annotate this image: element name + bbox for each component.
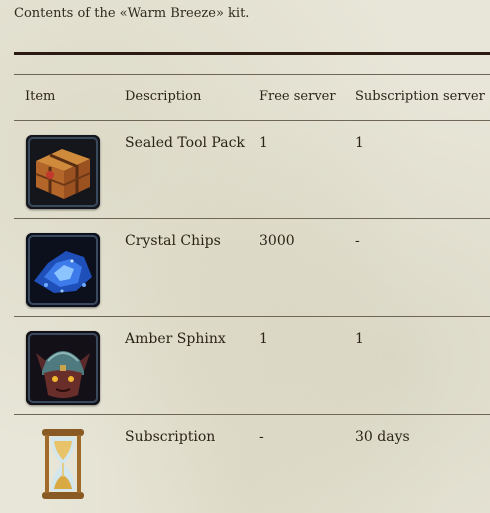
header-subscription-server: Subscription server bbox=[355, 89, 485, 104]
kit-contents-table: Item Description Free server Subscriptio… bbox=[14, 74, 490, 512]
header-description: Description bbox=[125, 89, 202, 104]
free-server-quantity: - bbox=[259, 429, 264, 445]
top-divider bbox=[14, 52, 490, 55]
table-row: Subscription - 30 days bbox=[14, 415, 490, 512]
free-server-quantity: 1 bbox=[259, 135, 268, 151]
subscription-server-quantity: 1 bbox=[355, 331, 364, 347]
free-server-quantity: 1 bbox=[259, 331, 268, 347]
item-description: Sealed Tool Pack bbox=[125, 135, 245, 151]
subscription-server-quantity: 30 days bbox=[355, 429, 410, 445]
item-description: Amber Sphinx bbox=[125, 331, 226, 347]
table-row: Crystal Chips 3000 - bbox=[14, 219, 490, 316]
item-description: Subscription bbox=[125, 429, 216, 445]
kit-intro-text: Contents of the «Warm Breeze» kit. bbox=[14, 6, 250, 21]
blue-crystal-chips-icon bbox=[26, 233, 100, 307]
subscription-server-quantity: - bbox=[355, 233, 360, 249]
table-header: Item Description Free server Subscriptio… bbox=[14, 75, 490, 120]
header-free-server: Free server bbox=[259, 89, 336, 104]
header-item: Item bbox=[25, 89, 56, 104]
wooden-crate-icon bbox=[26, 135, 100, 209]
item-description: Crystal Chips bbox=[125, 233, 221, 249]
free-server-quantity: 3000 bbox=[259, 233, 295, 249]
armored-sphinx-icon bbox=[26, 331, 100, 405]
subscription-server-quantity: 1 bbox=[355, 135, 364, 151]
table-row: Sealed Tool Pack 1 1 bbox=[14, 121, 490, 218]
hourglass-icon bbox=[40, 427, 86, 505]
table-row: Amber Sphinx 1 1 bbox=[14, 317, 490, 414]
